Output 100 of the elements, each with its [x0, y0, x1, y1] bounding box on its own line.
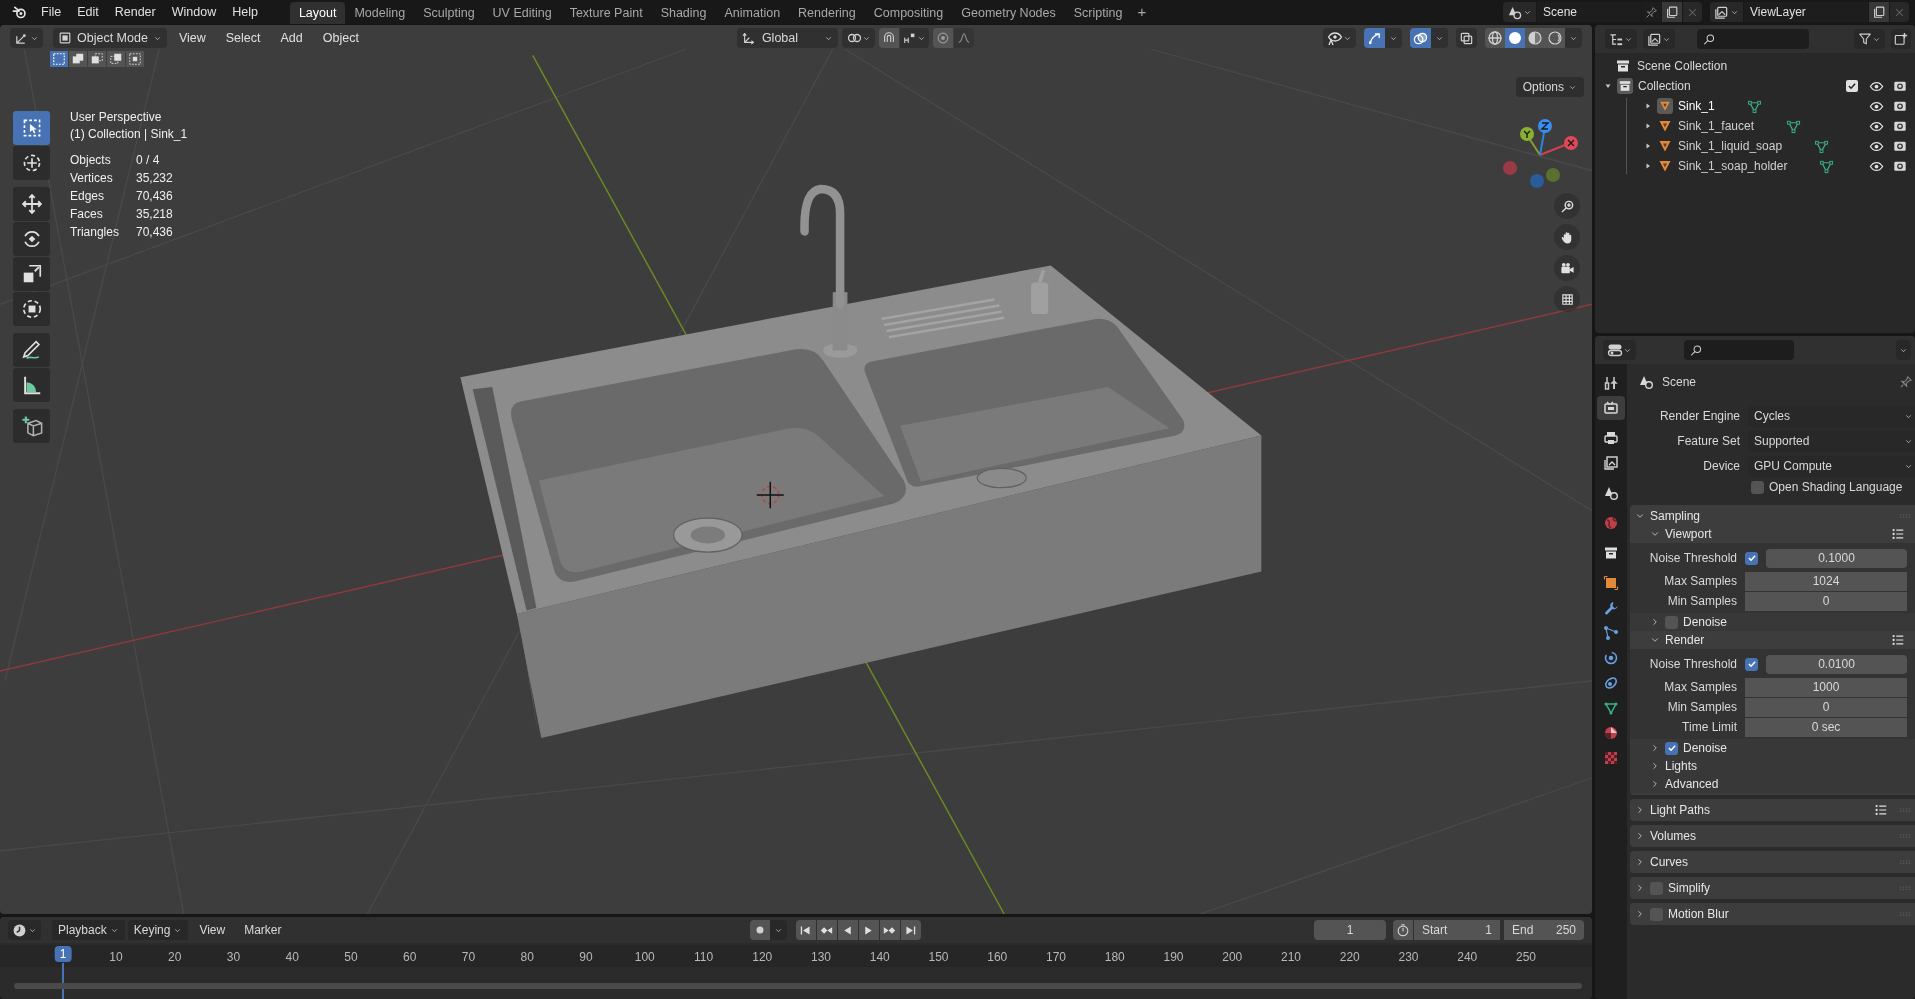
number-field[interactable]: 0 sec [1745, 717, 1907, 737]
workspace-tab[interactable]: Texture Paint [560, 2, 652, 24]
menu-item[interactable]: Edit [69, 1, 107, 23]
scene-field[interactable]: Scene [1537, 2, 1641, 22]
number-field[interactable]: 0 [1745, 697, 1907, 717]
workspace-tab[interactable]: UV Editing [483, 2, 561, 24]
menu-dropdown[interactable]: Playback [52, 920, 125, 940]
menu-item[interactable]: Add [272, 28, 311, 48]
field-label: Render Engine [1658, 408, 1741, 425]
frame-number: 30 [226, 949, 241, 966]
stat-value: 70,436 [136, 224, 173, 241]
panel-title[interactable]: Denoise [1683, 739, 1728, 757]
outliner-item[interactable]: Sink_1_soap_holder [1678, 157, 1788, 175]
start-frame-field[interactable]: Start 1 [1414, 920, 1500, 940]
context-label: Scene [1662, 373, 1697, 391]
workspace-tab[interactable]: Shading [651, 2, 716, 24]
frame-number: 200 [1222, 949, 1243, 966]
end-frame-field[interactable]: End 250 [1504, 920, 1584, 940]
panel-title[interactable]: Render [1665, 631, 1705, 649]
field-label: Feature Set [1676, 433, 1741, 450]
frame-number: 10 [109, 949, 123, 966]
frame-number: 100 [634, 949, 655, 966]
orientation-dropdown[interactable]: Global [736, 28, 839, 48]
number-field[interactable]: 0.1000 [1766, 548, 1907, 568]
menu-item[interactable]: View [191, 920, 234, 940]
frame-number: 230 [1398, 949, 1419, 966]
panel-title[interactable]: Light Paths [1650, 801, 1711, 819]
panel-title[interactable]: Lights [1665, 757, 1698, 775]
stat-label: Objects [70, 152, 111, 169]
frame-number: 250 [1516, 949, 1536, 966]
workspace-tab[interactable]: Compositing [864, 2, 953, 24]
field-label: Min Samples [1666, 699, 1738, 716]
frame-number: 140 [869, 949, 890, 966]
workspace-tab[interactable]: Layout [289, 2, 346, 24]
panel-title[interactable]: Viewport [1665, 525, 1712, 543]
field-label: Noise Threshold [1648, 656, 1738, 673]
frame-number: 210 [1281, 949, 1301, 966]
stat-label: Faces [70, 206, 103, 223]
stat-value: 70,436 [136, 188, 173, 205]
panel-title[interactable]: Volumes [1650, 827, 1697, 845]
field-label: Device [1702, 458, 1741, 475]
menu-item[interactable]: Marker [236, 920, 290, 940]
frame-number: 50 [344, 949, 358, 966]
menu-item[interactable]: Render [106, 1, 164, 23]
frame-number: 150 [928, 949, 949, 966]
stat-value: 0 / 4 [136, 152, 160, 169]
outliner-item[interactable]: Sink_1_faucet [1678, 117, 1755, 135]
field-label: Max Samples [1663, 573, 1738, 590]
number-field[interactable]: 1024 [1745, 571, 1907, 591]
menu-dropdown[interactable]: Keying [127, 920, 189, 940]
workspace-tab[interactable]: Modeling [345, 2, 415, 24]
number-field[interactable]: 0.0100 [1766, 654, 1907, 674]
field-label: Min Samples [1666, 593, 1738, 610]
frame-number: 130 [811, 949, 831, 966]
mode-dropdown[interactable]: Object Mode [53, 28, 167, 48]
playhead-frame[interactable]: 1 [54, 946, 72, 962]
panel-title[interactable]: Sampling [1650, 507, 1701, 525]
outliner-item[interactable]: Sink_1_liquid_soap [1678, 137, 1783, 155]
workspace-tab[interactable]: Scripting [1064, 2, 1132, 24]
menu-item[interactable]: Select [217, 28, 269, 48]
options-dropdown[interactable]: Options [1515, 77, 1584, 97]
panel-title[interactable]: Motion Blur [1668, 905, 1729, 923]
panel-title[interactable]: Advanced [1665, 775, 1719, 793]
menu-item[interactable]: View [170, 28, 214, 48]
frame-number: 40 [285, 949, 299, 966]
stat-label: Edges [70, 188, 105, 205]
current-frame-field[interactable]: 1 [1314, 920, 1386, 940]
number-field[interactable]: 0 [1745, 591, 1907, 611]
menu-item[interactable]: File [33, 1, 70, 23]
menu-item[interactable]: Help [224, 1, 266, 23]
frame-number: 180 [1104, 949, 1125, 966]
outliner-item[interactable]: Sink_1 [1678, 97, 1715, 115]
panel-title[interactable]: Denoise [1683, 613, 1728, 631]
workspace-tab[interactable]: Geometry Nodes [952, 2, 1065, 24]
dropdown[interactable]: GPU Compute [1748, 455, 1915, 477]
add-workspace-button[interactable]: + [1131, 1, 1153, 23]
field-label: Noise Threshold [1648, 550, 1738, 567]
panel-title[interactable]: Simplify [1668, 879, 1710, 897]
view-name: User Perspective [70, 109, 162, 126]
dropdown[interactable]: Cycles [1748, 405, 1915, 427]
stat-value: 35,232 [136, 170, 173, 187]
workspace-tab[interactable]: Animation [715, 2, 790, 24]
stat-label: Vertices [70, 170, 113, 187]
dropdown[interactable]: Supported [1748, 430, 1915, 452]
frame-number: 80 [520, 949, 534, 966]
number-field[interactable]: 1000 [1745, 677, 1907, 697]
outliner-item[interactable]: Collection [1638, 77, 1691, 95]
menu-item[interactable]: Object [314, 28, 367, 48]
workspace-tab[interactable]: Rendering [789, 2, 865, 24]
field-label: Time Limit [1681, 719, 1738, 736]
panel-title[interactable]: Curves [1650, 853, 1688, 871]
outliner-item[interactable]: Scene Collection [1637, 57, 1728, 75]
active-object-info: (1) Collection | Sink_1 [70, 126, 188, 143]
frame-number: 220 [1339, 949, 1360, 966]
checkbox-label: Open Shading Language [1769, 479, 1903, 496]
menu-item[interactable]: Window [163, 1, 225, 23]
workspace-tab[interactable]: Sculpting [414, 2, 484, 24]
stat-value: 35,218 [136, 206, 173, 223]
view-layer-field[interactable]: ViewLayer [1744, 2, 1868, 22]
frame-number: 190 [1163, 949, 1184, 966]
